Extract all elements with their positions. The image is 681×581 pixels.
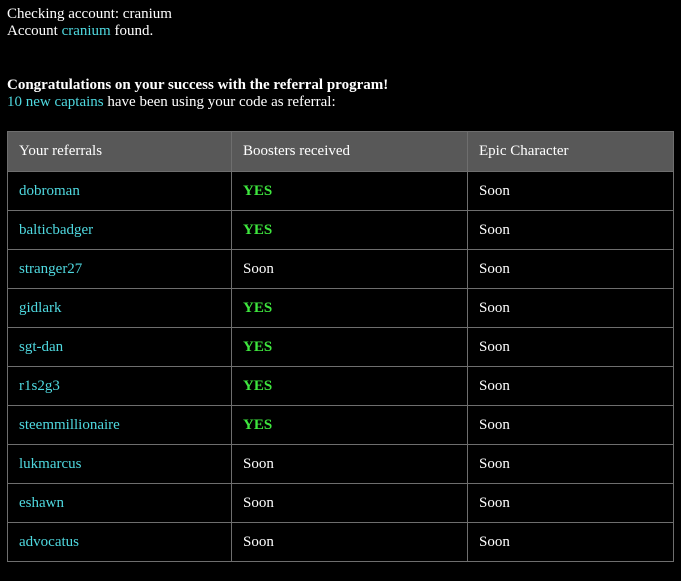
referral-name-link[interactable]: advocatus — [7, 522, 232, 562]
table-row: steemmillionaire YES Soon — [7, 405, 674, 445]
referrals-table: Your referrals Boosters received Epic Ch… — [7, 131, 674, 562]
header-epic-character: Epic Character — [467, 131, 674, 172]
table-row: r1s2g3 YES Soon — [7, 366, 674, 406]
referral-rows: dobroman YES Soon balticbadger YES Soon strang… — [7, 171, 674, 562]
congratulations-heading: Congratulations on your success with the… — [7, 77, 389, 93]
referral-count-line: 10 new captains have been using your cod… — [7, 94, 336, 111]
referral-name-link[interactable]: gidlark — [7, 288, 232, 328]
epic-character-status: Soon — [467, 327, 674, 367]
boosters-status: YES — [231, 327, 468, 367]
table-row: eshawn Soon Soon — [7, 483, 674, 523]
account-prefix: Account — [7, 23, 58, 39]
header-your-referrals: Your referrals — [7, 131, 232, 172]
boosters-status: YES — [231, 210, 468, 250]
referral-count-suffix: have been using your code as referral: — [107, 94, 336, 110]
epic-character-status: Soon — [467, 444, 674, 484]
table-row: sgt-dan YES Soon — [7, 327, 674, 367]
epic-character-status: Soon — [467, 366, 674, 406]
table-row: advocatus Soon Soon — [7, 522, 674, 562]
epic-character-status: Soon — [467, 405, 674, 445]
boosters-status: Soon — [231, 249, 468, 289]
referral-count: 10 new captains — [7, 94, 104, 110]
boosters-status: YES — [231, 171, 468, 211]
boosters-status: YES — [231, 288, 468, 328]
checking-account-line: Checking account: cranium — [7, 6, 172, 22]
table-row: lukmarcus Soon Soon — [7, 444, 674, 484]
boosters-status: YES — [231, 405, 468, 445]
table-row: dobroman YES Soon — [7, 171, 674, 211]
account-found-line: Account cranium found. — [7, 23, 153, 40]
boosters-status: Soon — [231, 444, 468, 484]
referral-name-link[interactable]: steemmillionaire — [7, 405, 232, 445]
epic-character-status: Soon — [467, 249, 674, 289]
header-boosters-received: Boosters received — [231, 131, 468, 172]
epic-character-status: Soon — [467, 483, 674, 523]
table-header-row: Your referrals Boosters received Epic Ch… — [7, 131, 674, 172]
table-row: balticbadger YES Soon — [7, 210, 674, 250]
referral-name-link[interactable]: sgt-dan — [7, 327, 232, 367]
epic-character-status: Soon — [467, 522, 674, 562]
referral-name-link[interactable]: r1s2g3 — [7, 366, 232, 406]
account-name-link[interactable]: cranium — [62, 23, 111, 39]
table-row: gidlark YES Soon — [7, 288, 674, 328]
epic-character-status: Soon — [467, 171, 674, 211]
account-suffix: found. — [114, 23, 154, 39]
referral-name-link[interactable]: stranger27 — [7, 249, 232, 289]
epic-character-status: Soon — [467, 288, 674, 328]
boosters-status: Soon — [231, 483, 468, 523]
boosters-status: YES — [231, 366, 468, 406]
referral-name-link[interactable]: balticbadger — [7, 210, 232, 250]
epic-character-status: Soon — [467, 210, 674, 250]
table-row: stranger27 Soon Soon — [7, 249, 674, 289]
referral-name-link[interactable]: dobroman — [7, 171, 232, 211]
boosters-status: Soon — [231, 522, 468, 562]
referral-name-link[interactable]: eshawn — [7, 483, 232, 523]
referral-name-link[interactable]: lukmarcus — [7, 444, 232, 484]
